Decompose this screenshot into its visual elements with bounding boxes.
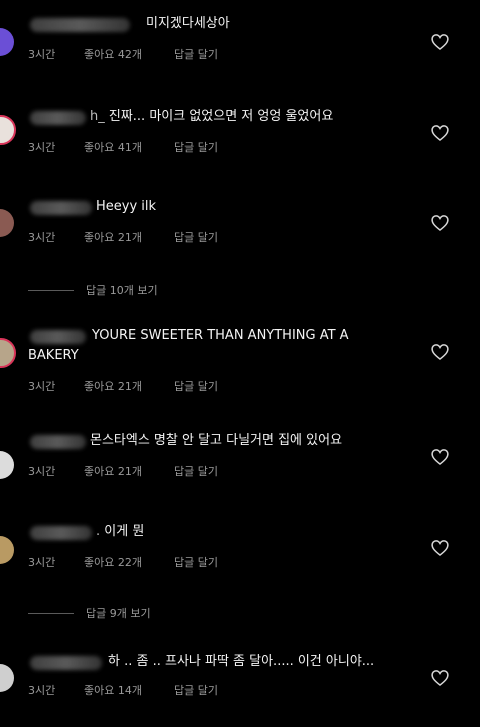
reply-button[interactable]: 답글 달기 [174, 554, 218, 570]
blurred-username [30, 201, 92, 215]
reply-button[interactable]: 답글 달기 [174, 378, 218, 394]
blurred-username [30, 435, 86, 449]
view-replies-label: 답글 10개 보기 [86, 284, 158, 297]
like-count[interactable]: 좋아요 41개 [84, 139, 174, 155]
view-replies-button[interactable]: 답글 10개 보기 [28, 282, 158, 298]
blurred-username [30, 526, 92, 540]
blurred-username [30, 111, 86, 125]
comment-meta: 3시간 좋아요 21개 답글 달기 [28, 378, 218, 394]
view-replies-button[interactable]: 답글 9개 보기 [28, 605, 151, 621]
comment-meta: 3시간 좋아요 22개 답글 달기 [28, 554, 218, 570]
reply-button[interactable]: 답글 달기 [174, 463, 218, 479]
view-replies-label: 답글 9개 보기 [86, 607, 151, 620]
comment-text: . 이게 뭔 [96, 524, 145, 539]
avatar[interactable] [0, 209, 14, 237]
comment-time: 3시간 [28, 231, 56, 244]
heart-icon[interactable] [430, 447, 450, 467]
comment-text: 몬스타엑스 명찰 안 달고 다닐거면 집에 있어요 [90, 433, 343, 448]
like-count[interactable]: 좋아요 21개 [84, 463, 174, 479]
comment-time: 3시간 [28, 48, 56, 61]
avatar[interactable] [0, 28, 14, 56]
divider-line [28, 289, 74, 291]
blurred-username [30, 656, 102, 670]
heart-icon[interactable] [430, 342, 450, 362]
comment-meta: 3시간 좋아요 21개 답글 달기 [28, 229, 218, 245]
comment-time: 3시간 [28, 465, 56, 478]
comment-text: 미지겠다세상아 [146, 16, 230, 31]
comment-time: 3시간 [28, 380, 56, 393]
reply-button[interactable]: 답글 달기 [174, 682, 218, 698]
reply-button[interactable]: 답글 달기 [174, 229, 218, 245]
heart-icon[interactable] [430, 123, 450, 143]
reply-button[interactable]: 답글 달기 [174, 46, 218, 62]
comment-text: 하 .. 좀 .. 프사나 파딱 좀 달아..... 이건 아니야... [108, 654, 375, 669]
avatar[interactable] [0, 536, 14, 564]
comment-meta: 3시간 좋아요 42개 답글 달기 [28, 46, 218, 62]
comment-meta: 3시간 좋아요 21개 답글 달기 [28, 463, 218, 479]
comment-time: 3시간 [28, 684, 56, 697]
divider-line [28, 612, 74, 614]
heart-icon[interactable] [430, 668, 450, 688]
avatar[interactable] [0, 115, 16, 145]
comment-meta: 3시간 좋아요 14개 답글 달기 [28, 682, 218, 698]
avatar[interactable] [0, 664, 14, 692]
like-count[interactable]: 좋아요 21개 [84, 378, 174, 394]
like-count[interactable]: 좋아요 22개 [84, 554, 174, 570]
avatar[interactable] [0, 338, 16, 368]
like-count[interactable]: 좋아요 14개 [84, 682, 174, 698]
comment-time: 3시간 [28, 556, 56, 569]
like-count[interactable]: 좋아요 21개 [84, 229, 174, 245]
avatar[interactable] [0, 451, 14, 479]
reply-button[interactable]: 답글 달기 [174, 139, 218, 155]
comment-meta: 3시간 좋아요 41개 답글 달기 [28, 139, 218, 155]
comment-text: YOURE SWEETER THAN ANYTHING AT A BAKERY [28, 328, 349, 363]
comment-time: 3시간 [28, 141, 56, 154]
heart-icon[interactable] [430, 213, 450, 233]
comment-text: Heeyy ilk [96, 199, 157, 214]
like-count[interactable]: 좋아요 42개 [84, 46, 174, 62]
heart-icon[interactable] [430, 538, 450, 558]
blurred-username [30, 18, 130, 32]
comment-text: h_ 진짜... 마이크 없었으면 저 엉엉 울었어요 [90, 109, 334, 124]
heart-icon[interactable] [430, 32, 450, 52]
